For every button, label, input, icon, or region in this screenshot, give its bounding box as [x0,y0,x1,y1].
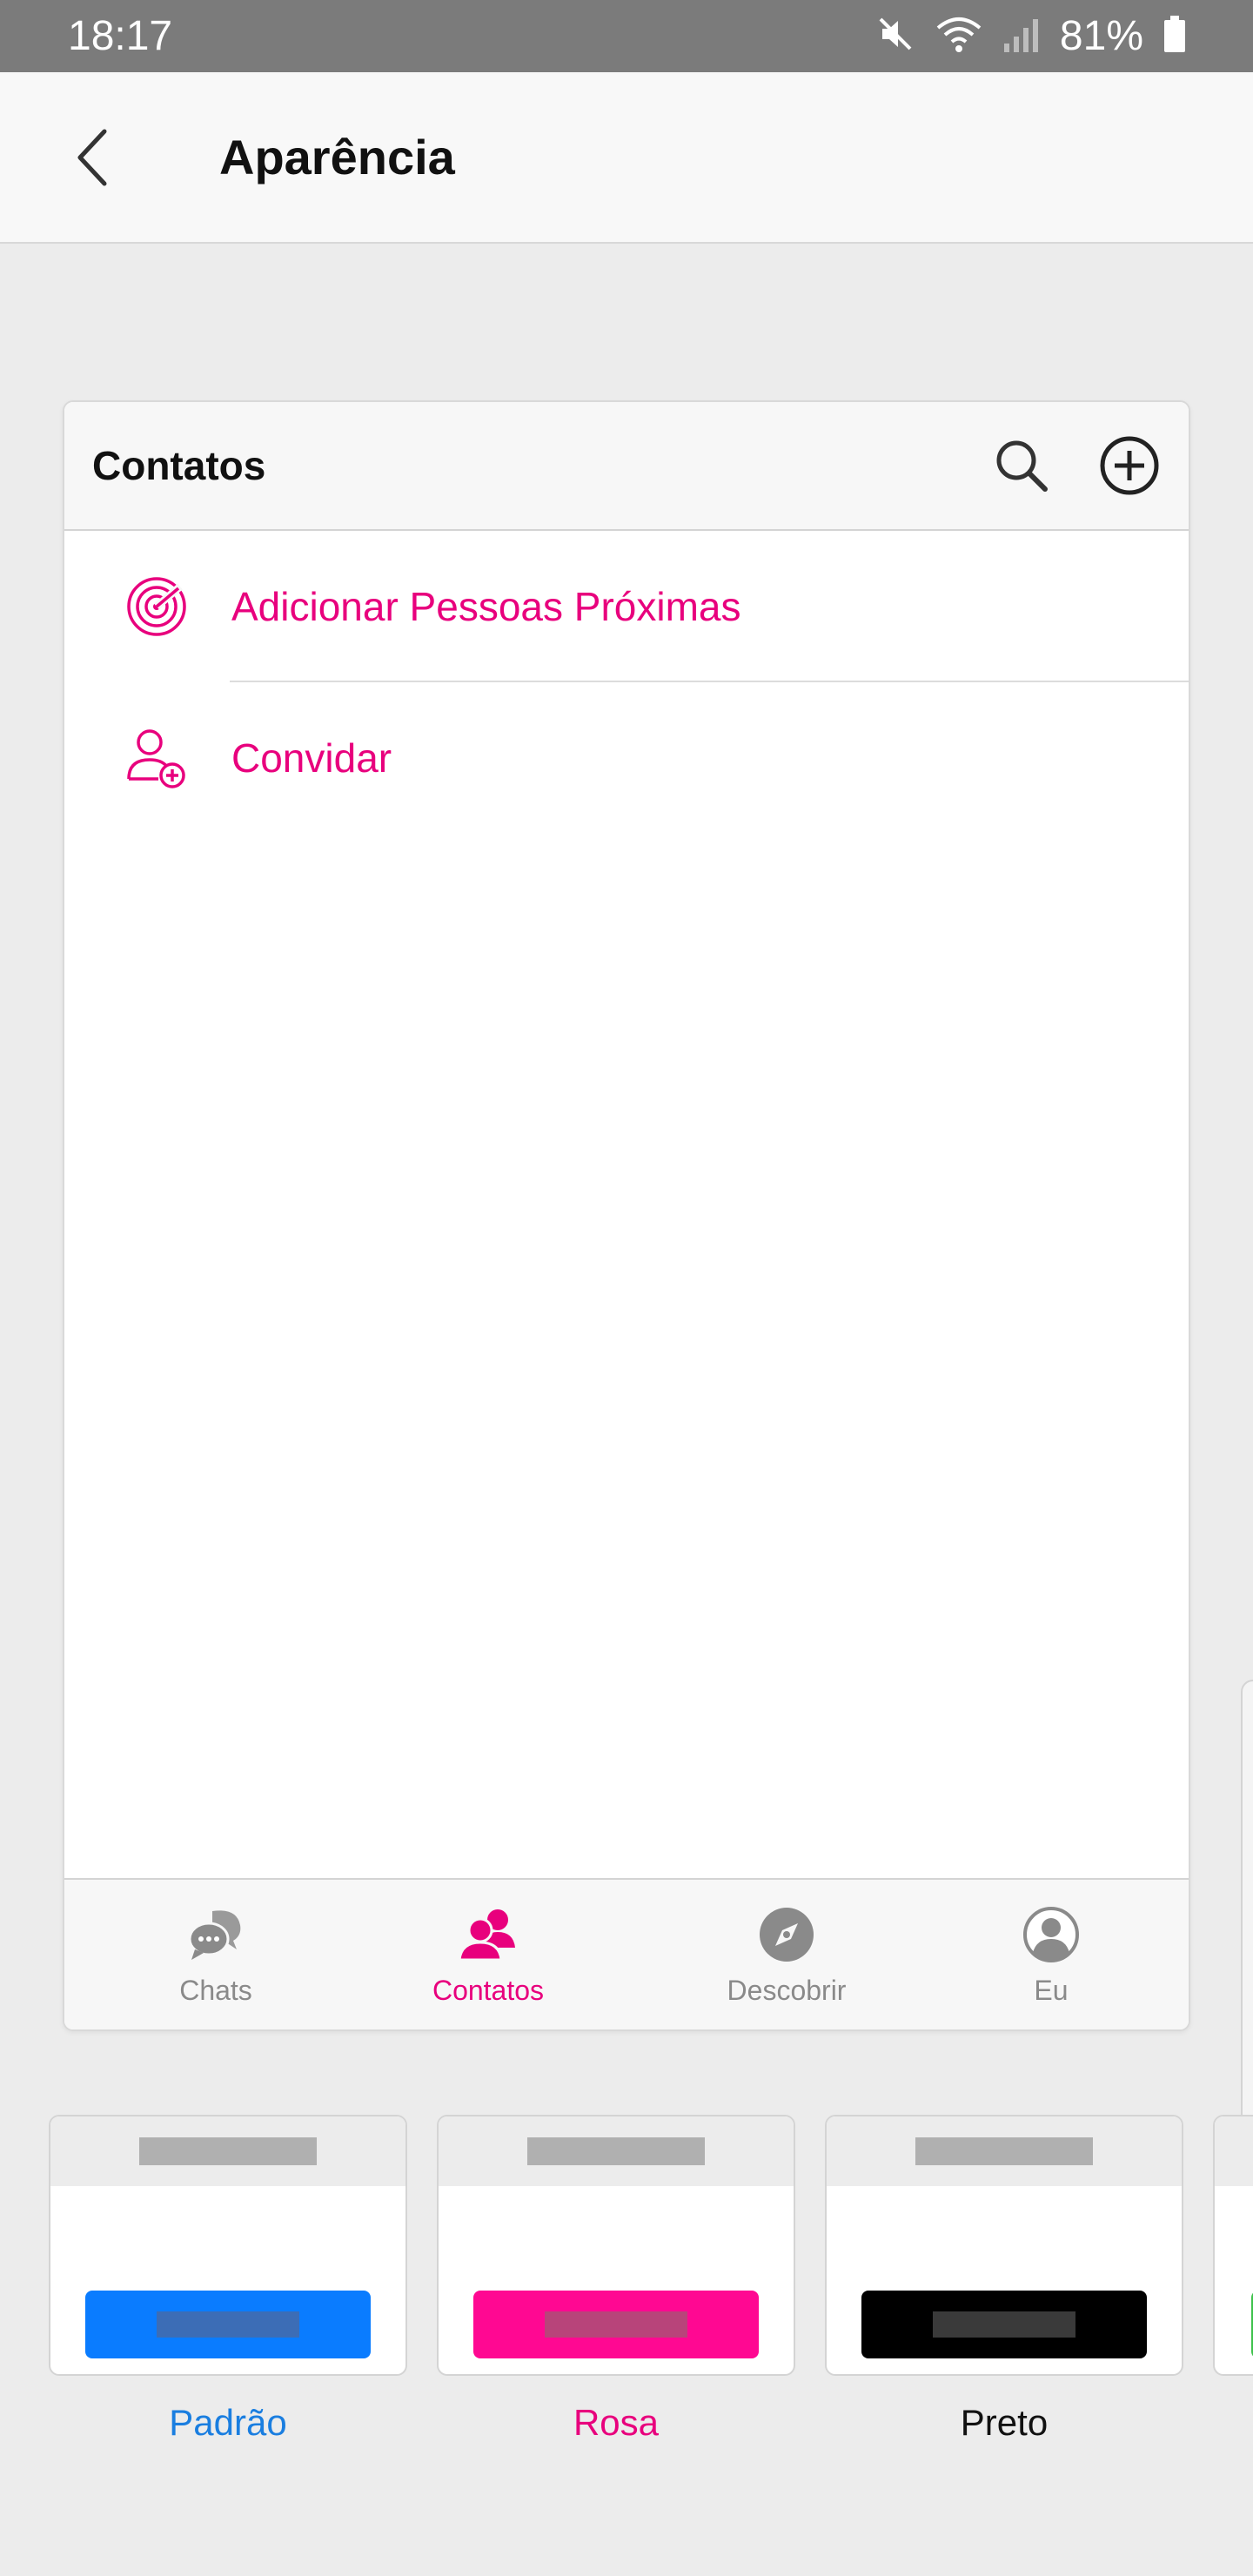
tab-contacts: Contatos [367,1880,609,2029]
tab-label: Chats [179,1974,252,2006]
add-circle-icon [1098,434,1161,497]
theme-option-pink[interactable]: Rosa [437,2115,795,2444]
theme-thumbnail[interactable] [437,2115,795,2376]
back-button[interactable] [50,114,137,201]
tab-label: Contatos [432,1974,545,2006]
theme-preview-card: Contatos Adicionar Pessoas Próximas Conv… [63,400,1190,2031]
preview-header-actions [990,434,1161,497]
theme-label[interactable]: Rosa [437,2402,795,2444]
page-title: Aparência [219,130,455,184]
tab-label: Descobrir [727,1974,847,2006]
tab-chats: Chats [64,1880,367,2029]
theme-option-default[interactable]: Padrão [49,2115,407,2444]
list-item-label: Adicionar Pessoas Próximas [231,584,741,629]
theme-option-green-partial[interactable] [1213,2115,1253,2376]
search-icon [990,434,1053,497]
tab-discover: Descobrir [609,1880,964,2029]
side-panel-handle[interactable] [1241,1680,1253,2176]
radar-icon [122,572,191,641]
theme-swatch [473,2291,759,2358]
tab-me: Eu [964,1880,1138,2029]
profile-icon [1020,1903,1082,1966]
status-bar: 18:17 81% [0,0,1253,72]
list-item-invite: Convidar [64,682,1189,834]
theme-option-black[interactable]: Preto [825,2115,1183,2444]
theme-label[interactable]: Padrão [49,2402,407,2444]
list-item-nearby: Adicionar Pessoas Próximas [64,531,1189,682]
chat-bubbles-icon [184,1903,247,1966]
theme-thumbnail[interactable] [49,2115,407,2376]
status-time: 18:17 [68,13,173,59]
theme-thumbnail[interactable] [825,2115,1183,2376]
contacts-icon [457,1903,519,1966]
battery-percentage: 81% [1059,13,1143,59]
preview-title: Contatos [92,443,266,488]
signal-icon [1002,14,1041,58]
theme-swatch [85,2291,371,2358]
app-bar: Aparência [0,72,1253,244]
theme-swatch [861,2291,1147,2358]
list-item-label: Convidar [231,735,392,781]
tab-label: Eu [1034,1974,1069,2006]
preview-tab-bar: Chats Contatos Descobrir Eu [64,1878,1189,2029]
status-icons: 81% [875,12,1187,60]
mute-icon [875,14,915,58]
compass-icon [755,1903,818,1966]
theme-label[interactable]: Preto [825,2402,1183,2444]
back-arrow-icon [77,129,107,185]
battery-icon [1163,14,1187,58]
add-person-icon [122,723,191,793]
wifi-icon [935,14,983,58]
preview-header: Contatos [64,402,1189,531]
